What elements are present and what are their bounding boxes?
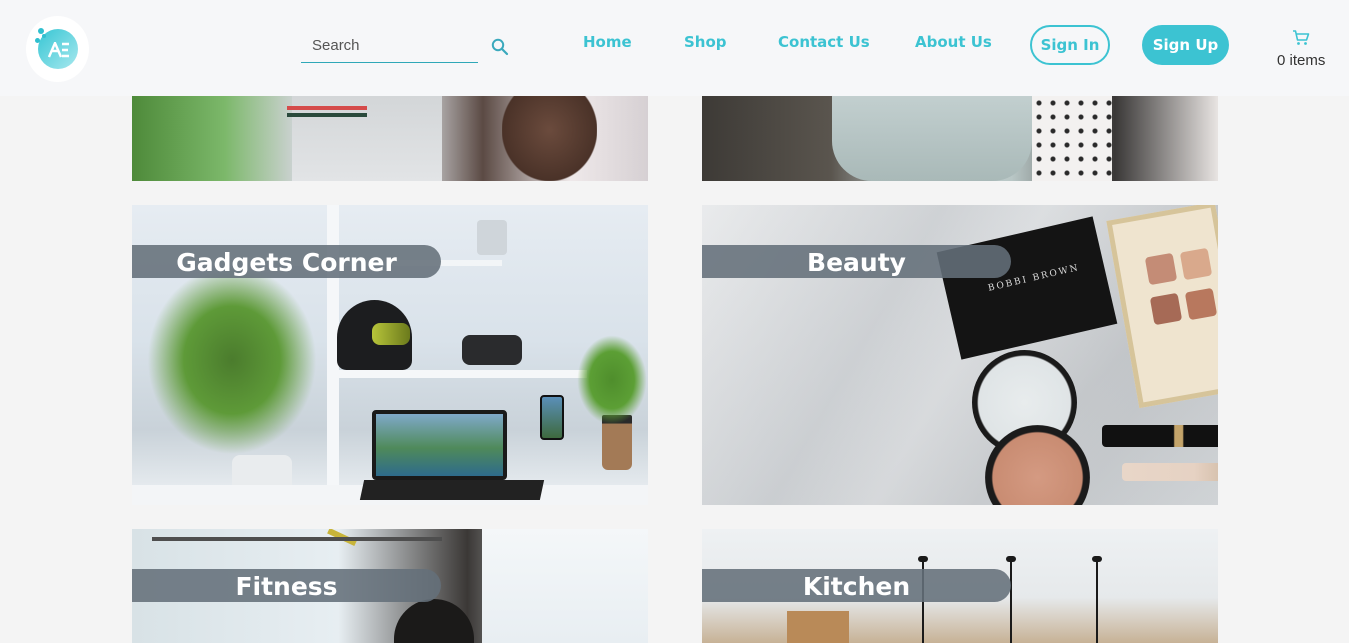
- search-box: [301, 28, 478, 63]
- category-tile-fitness[interactable]: Fitness: [132, 529, 648, 643]
- tile-photo-shelf: [327, 370, 587, 378]
- logo-dot-icon: [35, 38, 40, 43]
- tile-photo-lipstick: [1102, 425, 1218, 447]
- tile-photo-shade: [1184, 287, 1218, 321]
- nav-contact-us[interactable]: Contact Us: [778, 33, 870, 51]
- category-tile-beauty[interactable]: BOBBI BROWN Beauty: [702, 205, 1218, 505]
- nav-home[interactable]: Home: [583, 33, 632, 51]
- tile-photo-car: [462, 335, 522, 365]
- tile-photo-shade: [1179, 247, 1213, 281]
- category-tile[interactable]: [132, 96, 648, 181]
- cart-item-count[interactable]: 0 items: [1277, 52, 1325, 69]
- sign-in-button[interactable]: Sign In: [1030, 25, 1110, 65]
- brand-logo[interactable]: [26, 16, 89, 82]
- tile-photo-laptop-screen: [372, 410, 507, 480]
- tile-photo-window: [482, 529, 648, 643]
- tile-photo-pendant: [1096, 559, 1098, 643]
- tile-photo-lipstick: [1122, 463, 1218, 481]
- category-label: Fitness: [132, 569, 441, 602]
- category-tile[interactable]: [702, 96, 1218, 181]
- tile-photo-fabric: [1032, 96, 1112, 181]
- tile-photo-pendant-cap: [1092, 556, 1102, 562]
- tile-photo-visor: [372, 323, 410, 345]
- tile-photo-shade: [1149, 292, 1183, 326]
- tile-photo-pendant: [1010, 559, 1012, 643]
- site-header: Home Shop Contact Us About Us Sign In Si…: [0, 0, 1349, 96]
- tile-photo-stripe: [287, 106, 367, 110]
- tile-photo-pendant-cap: [918, 556, 928, 562]
- tile-photo-face: [502, 96, 597, 181]
- tile-photo-person-hair: [394, 599, 474, 643]
- tile-photo-stripe: [287, 113, 367, 117]
- category-label: Kitchen: [702, 569, 1011, 602]
- logo-mark-icon: [48, 42, 69, 58]
- tile-photo-laptop-base: [359, 480, 545, 500]
- tile-photo-shirt: [832, 96, 1032, 181]
- tile-photo-plant: [147, 265, 317, 455]
- category-label: Gadgets Corner: [132, 245, 441, 278]
- tile-photo-ceiling-rack: [152, 537, 442, 541]
- logo-dot-icon: [42, 34, 46, 38]
- nav-about-us[interactable]: About Us: [915, 33, 992, 51]
- cart-icon[interactable]: [1292, 30, 1310, 46]
- nav-shop[interactable]: Shop: [684, 33, 727, 51]
- tile-photo-phone: [540, 395, 564, 440]
- category-tile-kitchen[interactable]: Kitchen: [702, 529, 1218, 643]
- search-icon[interactable]: [491, 38, 509, 56]
- tile-photo-cabinet: [787, 611, 849, 643]
- tile-photo-shade: [1144, 252, 1178, 286]
- sign-up-button[interactable]: Sign Up: [1142, 25, 1229, 65]
- search-input[interactable]: [301, 28, 478, 62]
- category-label: Beauty: [702, 245, 1011, 278]
- tile-photo-drone: [477, 220, 507, 255]
- tile-photo-pendant-cap: [1006, 556, 1016, 562]
- category-tile-gadgets[interactable]: Gadgets Corner: [132, 205, 648, 505]
- tile-photo-leaves: [577, 335, 647, 425]
